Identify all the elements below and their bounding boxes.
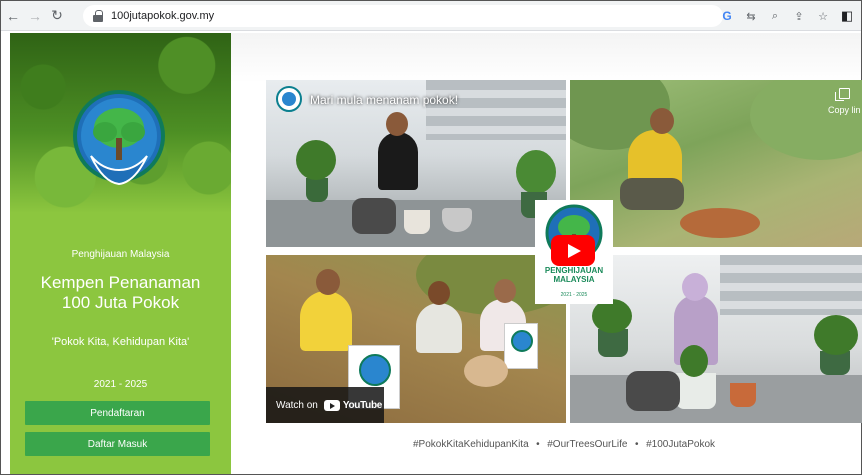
login-button[interactable]: Daftar Masuk (25, 432, 210, 456)
penghijauan-logo-icon (73, 90, 165, 186)
copy-link-label[interactable]: Copy lin (828, 105, 862, 115)
translate-icon[interactable]: ⇆ (741, 6, 761, 26)
top-band (231, 33, 861, 83)
address-bar[interactable]: 100jutapokok.gov.my (83, 5, 723, 27)
campaign-slogan: 'Pokok Kita, Kehidupan Kita' (51, 336, 190, 348)
bookmark-star-icon[interactable]: ☆ (813, 6, 833, 26)
campaign-title: Kempen Penanaman 100 Juta Pokok (10, 273, 231, 313)
center-brand-line1: PENGHIJAUAN (544, 266, 604, 275)
copy-link-icon[interactable] (835, 88, 850, 101)
center-brand-years: 2021 - 2025 (560, 292, 588, 298)
main-content: Mari mula menanam pokok! Copy lin PENGHI… (231, 33, 862, 474)
google-translate-icon[interactable]: G (717, 6, 737, 26)
youtube-wordmark: YouTube (342, 399, 383, 411)
hashtags-line: #PokokKitaKehidupanKita • #OurTreesOurLi… (412, 439, 716, 450)
lock-icon[interactable] (93, 10, 103, 22)
register-button[interactable]: Pendaftaran (25, 401, 210, 425)
campaign-title-line1: Kempen Penanaman (40, 273, 201, 292)
center-brand-text: PENGHIJAUAN MALAYSIA (535, 266, 613, 284)
poster-sign-small (504, 323, 538, 369)
watch-on-youtube-button[interactable]: Watch on YouTube (266, 387, 384, 423)
browser-toolbar: ← → ↻ 100jutapokok.gov.my G ⇆ ⌕ ⇪ ☆ ◧ (1, 1, 861, 31)
side-panel-icon[interactable]: ◧ (837, 6, 857, 26)
back-arrow-icon[interactable]: ← (3, 6, 23, 26)
browser-tools: G ⇆ ⌕ ⇪ ☆ ◧ (717, 6, 857, 26)
url-text[interactable]: 100jutapokok.gov.my (111, 10, 214, 22)
campaign-years: 2021 - 2025 (93, 379, 148, 390)
forward-arrow-icon[interactable]: → (25, 6, 45, 26)
youtube-logo-icon (323, 399, 340, 411)
share-icon[interactable]: ⇪ (789, 6, 809, 26)
youtube-video-embed[interactable]: Mari mula menanam pokok! Copy lin PENGHI… (266, 80, 862, 423)
play-button-icon[interactable] (551, 235, 595, 266)
channel-avatar-icon[interactable] (276, 86, 302, 112)
center-brand-line2: MALAYSIA (553, 275, 595, 284)
video-thumbnail-woman (570, 255, 862, 423)
video-title[interactable]: Mari mula menanam pokok! (310, 93, 458, 107)
watch-on-label: Watch on (276, 399, 318, 411)
zoom-icon[interactable]: ⌕ (765, 6, 785, 26)
sidebar: Penghijauan Malaysia Kempen Penanaman 10… (10, 33, 231, 474)
video-thumbnail-field (570, 80, 862, 247)
campaign-title-line2: 100 Juta Pokok (61, 293, 180, 312)
reload-icon[interactable]: ↻ (47, 6, 67, 26)
sidebar-subtitle: Penghijauan Malaysia (71, 249, 170, 260)
